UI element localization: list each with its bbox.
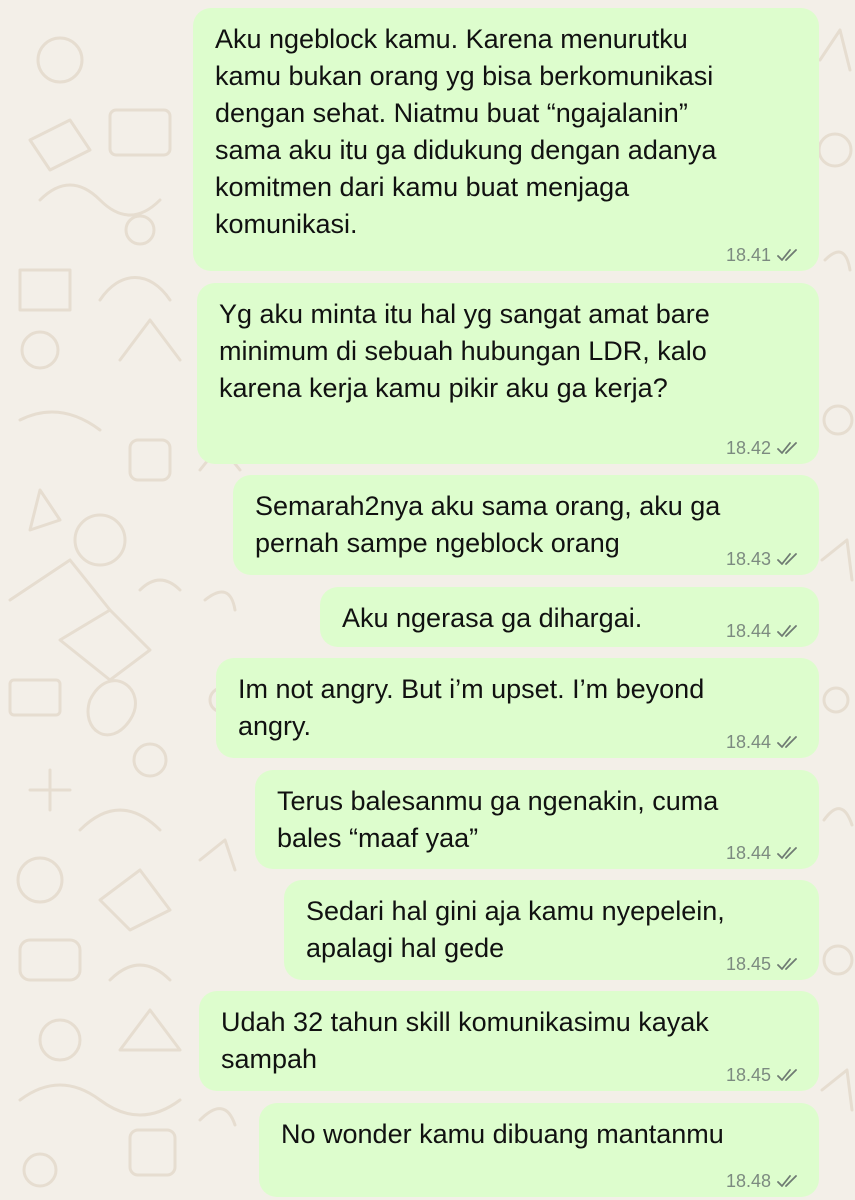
message-text: Im not angry. But i’m upset. I’m beyond … xyxy=(238,674,705,741)
chat-message-list: Aku ngeblock kamu. Karena menurutku kamu… xyxy=(0,0,855,1200)
double-check-icon xyxy=(777,957,801,971)
outgoing-message[interactable]: Aku ngeblock kamu. Karena menurutku kamu… xyxy=(193,8,819,271)
message-time: 18.44 xyxy=(725,732,771,752)
message-time: 18.44 xyxy=(725,843,771,863)
message-meta: 18.44 xyxy=(726,732,801,752)
message-meta: 18.45 xyxy=(726,1065,801,1085)
double-check-icon xyxy=(777,1174,801,1188)
message-text: Aku ngeblock kamu. Karena menurutku kamu… xyxy=(215,24,717,239)
message-meta: 18.42 xyxy=(726,438,801,458)
message-text: Yg aku minta itu hal yg sangat amat bare… xyxy=(219,299,710,403)
double-check-icon xyxy=(777,248,801,262)
message-text: Terus balesanmu ga ngenakin, cuma bales … xyxy=(277,786,719,853)
outgoing-message[interactable]: No wonder kamu dibuang mantanmu 18.48 xyxy=(259,1103,819,1197)
message-time: 18.43 xyxy=(725,549,771,569)
outgoing-message[interactable]: Aku ngerasa ga dihargai. 18.44 xyxy=(320,587,819,647)
double-check-icon xyxy=(777,441,801,455)
outgoing-message[interactable]: Yg aku minta itu hal yg sangat amat bare… xyxy=(197,283,819,464)
outgoing-message[interactable]: Sedari hal gini aja kamu nyepelein, apal… xyxy=(284,880,819,980)
double-check-icon xyxy=(777,846,801,860)
message-meta: 18.43 xyxy=(726,549,801,569)
message-time: 18.45 xyxy=(725,1065,771,1085)
message-time: 18.45 xyxy=(725,954,771,974)
outgoing-message[interactable]: Udah 32 tahun skill komunikasimu kayak s… xyxy=(199,991,819,1091)
message-time: 18.42 xyxy=(725,438,771,458)
message-time: 18.48 xyxy=(725,1171,771,1191)
outgoing-message[interactable]: Im not angry. But i’m upset. I’m beyond … xyxy=(216,658,819,758)
message-text: Semarah2nya aku sama orang, aku ga perna… xyxy=(255,491,721,558)
double-check-icon xyxy=(777,1068,801,1082)
message-meta: 18.41 xyxy=(726,245,801,265)
message-meta: 18.45 xyxy=(726,954,801,974)
message-meta: 18.44 xyxy=(726,843,801,863)
message-time: 18.41 xyxy=(725,245,771,265)
message-meta: 18.44 xyxy=(726,621,801,641)
double-check-icon xyxy=(777,735,801,749)
message-text: No wonder kamu dibuang mantanmu xyxy=(281,1119,724,1149)
outgoing-message[interactable]: Semarah2nya aku sama orang, aku ga perna… xyxy=(233,475,819,575)
double-check-icon xyxy=(777,624,801,638)
double-check-icon xyxy=(777,552,801,566)
message-meta: 18.48 xyxy=(726,1171,801,1191)
message-time: 18.44 xyxy=(725,621,771,641)
outgoing-message[interactable]: Terus balesanmu ga ngenakin, cuma bales … xyxy=(255,770,819,869)
message-text: Udah 32 tahun skill komunikasimu kayak s… xyxy=(221,1007,709,1074)
